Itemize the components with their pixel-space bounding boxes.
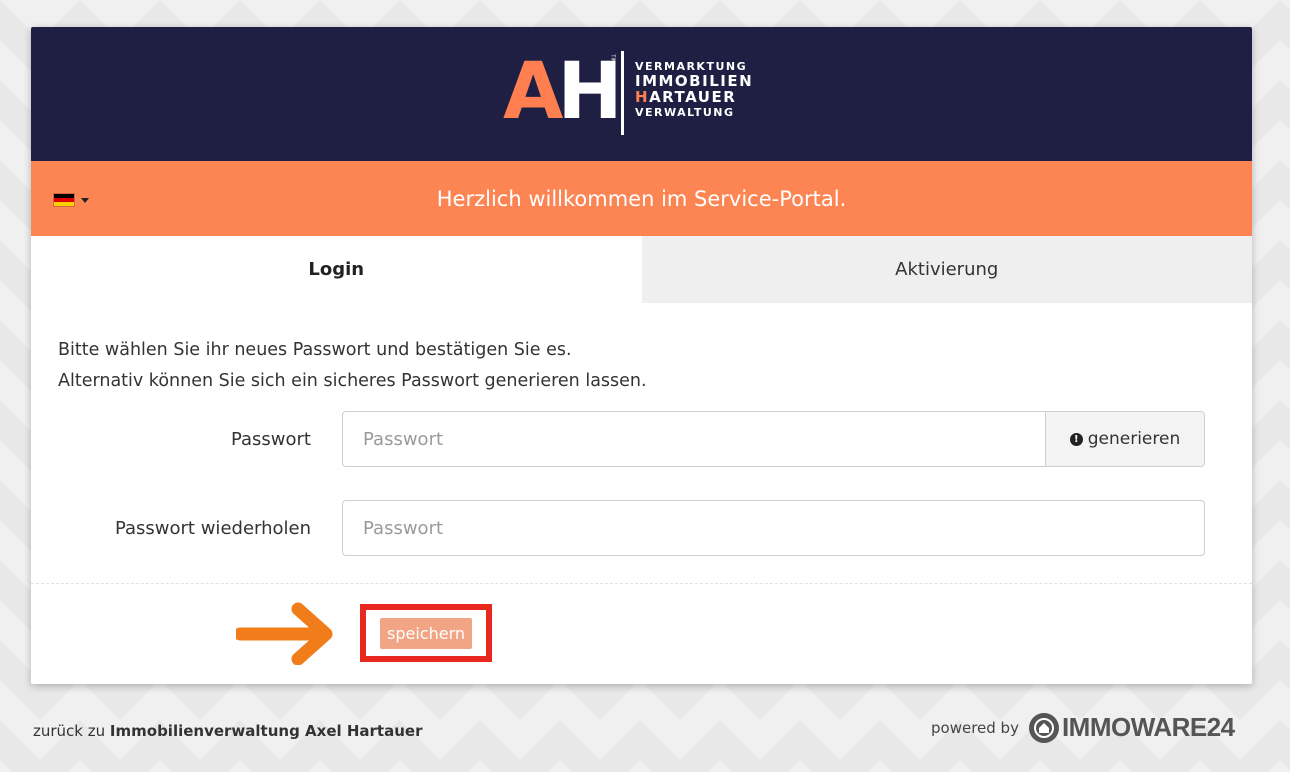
password-label: Passwort <box>230 428 311 450</box>
password-row: Passwort ! generieren <box>58 411 1225 467</box>
logo-monogram: AH <box>503 47 623 137</box>
divider <box>31 583 1252 584</box>
password-input-group: ! generieren <box>342 411 1205 467</box>
language-selector[interactable] <box>53 193 89 207</box>
save-highlight-box: speichern <box>360 604 492 662</box>
logo-tiny-text: TIMES <box>609 54 616 70</box>
back-link-text: zurück zu Immobilienverwaltung Axel Hart… <box>33 722 422 740</box>
powered-by-label: powered by <box>931 718 1019 737</box>
back-prefix: zurück zu <box>33 722 106 740</box>
instructions: Bitte wählen Sie ihr neues Passwort und … <box>58 335 1225 397</box>
arrow-right-icon <box>236 602 333 665</box>
header: AH TIMES VERMARKTUNG IMMOBILIEN HARTAUER… <box>31 27 1252 161</box>
form-content: Bitte wählen Sie ihr neues Passwort und … <box>31 303 1252 556</box>
exclamation-circle-icon: ! <box>1069 432 1083 446</box>
generate-label: generieren <box>1087 429 1181 449</box>
repeat-password-label: Passwort wiederholen <box>114 517 311 539</box>
brand-name: IMMOWARE24 <box>1061 712 1235 742</box>
tab-bar: Login Aktivierung <box>31 236 1252 303</box>
tab-login[interactable]: Login <box>31 236 642 303</box>
save-button[interactable]: speichern <box>380 617 472 649</box>
house-icon <box>1028 712 1059 743</box>
repeat-password-input-group <box>342 500 1205 556</box>
password-input[interactable] <box>342 411 1046 467</box>
welcome-message: Herzlich willkommen im Service-Portal. <box>436 186 847 211</box>
instruction-line-2: Alternativ können Sie sich ein sicheres … <box>58 371 647 391</box>
welcome-bar: Herzlich willkommen im Service-Portal. <box>31 161 1252 236</box>
powered-by: powered by IMMOWARE24 <box>931 712 1235 743</box>
chevron-down-icon <box>81 197 89 203</box>
immoware-logo[interactable]: IMMOWARE24 <box>1028 712 1235 743</box>
logo-wordmark: VERMARKTUNG IMMOBILIEN HARTAUER VERWALTU… <box>635 60 754 119</box>
portal-card: AH TIMES VERMARKTUNG IMMOBILIEN HARTAUER… <box>31 27 1252 684</box>
instruction-line-1: Bitte wählen Sie ihr neues Passwort und … <box>58 340 572 360</box>
german-flag-icon <box>53 193 75 207</box>
company-logo: AH TIMES VERMARKTUNG IMMOBILIEN HARTAUER… <box>503 49 783 139</box>
repeat-password-row: Passwort wiederholen <box>58 500 1225 556</box>
generate-button[interactable]: ! generieren <box>1046 411 1205 467</box>
repeat-password-input[interactable] <box>342 500 1205 556</box>
logo-divider <box>621 51 624 135</box>
tab-aktivierung[interactable]: Aktivierung <box>641 236 1252 303</box>
back-link[interactable]: Immobilienverwaltung Axel Hartauer <box>110 722 423 740</box>
